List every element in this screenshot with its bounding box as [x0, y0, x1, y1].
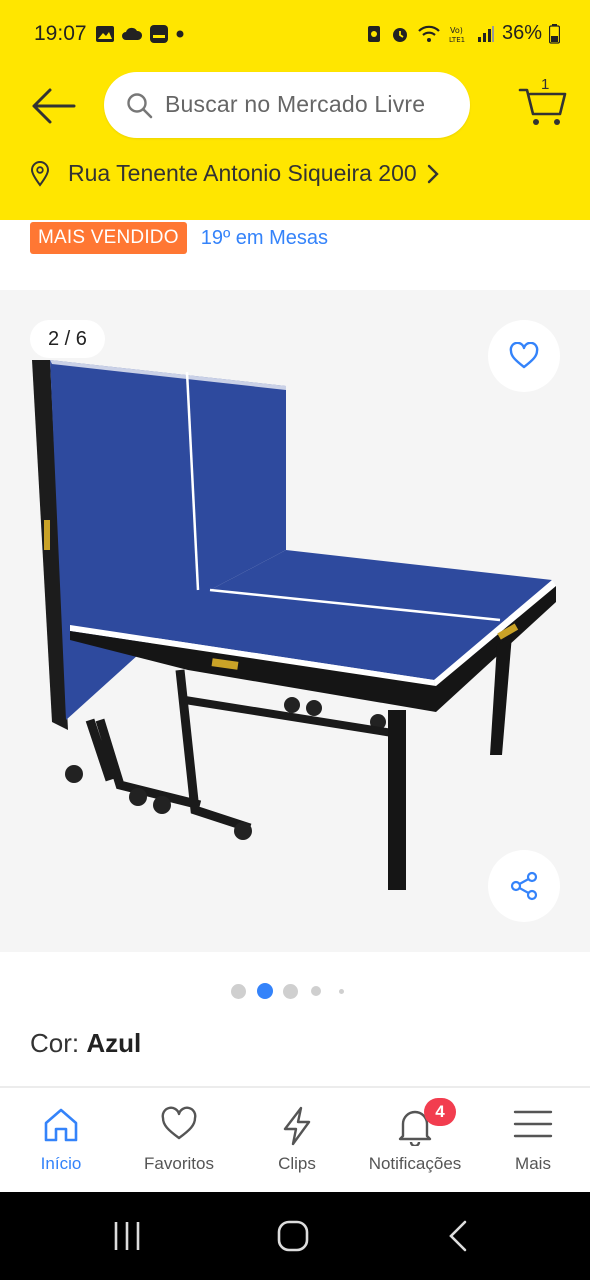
nav-label: Favoritos: [144, 1154, 214, 1173]
back-arrow-icon: [32, 88, 76, 124]
battery-percent: 36%: [501, 22, 542, 44]
gallery-icon: [96, 26, 114, 42]
home-icon: [44, 1108, 78, 1142]
battery-icon: [549, 23, 560, 44]
status-bar: 19:07 Vo) LTE1 36%: [0, 0, 590, 64]
chevron-right-icon: [427, 164, 439, 183]
best-seller-badge: MAIS VENDIDO: [30, 222, 187, 254]
alarm-icon: [392, 27, 407, 42]
gallery-dot[interactable]: [231, 984, 246, 999]
gallery-dot[interactable]: [283, 984, 298, 999]
nav-notificacoes[interactable]: 4 Notificações: [356, 1088, 474, 1192]
product-image: [32, 360, 556, 890]
color-selector[interactable]: Cor: Azul: [30, 1028, 141, 1059]
status-right-icons: Vo) LTE1 36%: [365, 22, 560, 45]
heart-icon: [509, 342, 539, 369]
lightning-icon: [283, 1106, 311, 1146]
hamburger-icon: [513, 1110, 553, 1138]
back-button[interactable]: [30, 86, 76, 126]
nav-mais[interactable]: Mais: [474, 1088, 590, 1192]
favorite-button[interactable]: [488, 320, 560, 392]
nav-clips[interactable]: Clips: [238, 1088, 356, 1192]
badge-row: MAIS VENDIDO 19º em Mesas: [30, 220, 328, 256]
notification-badge: 4: [424, 1098, 456, 1126]
cart-count: 1: [541, 76, 550, 93]
gallery-pagination: [0, 982, 590, 1002]
color-label: Cor:: [30, 1028, 80, 1058]
nav-label: Notificações: [368, 1154, 462, 1173]
share-icon: [510, 871, 538, 901]
home-button-icon[interactable]: [277, 1220, 309, 1252]
svg-text:LTE1: LTE1: [449, 36, 465, 44]
gallery-dot[interactable]: [311, 986, 321, 996]
gallery-dot[interactable]: [339, 989, 344, 994]
product-gallery[interactable]: 2 / 6: [0, 290, 590, 952]
nav-inicio[interactable]: Início: [2, 1088, 120, 1192]
gallery-dot-active[interactable]: [257, 983, 273, 999]
signal-icon: [477, 25, 494, 42]
color-value: Azul: [86, 1028, 142, 1058]
share-button[interactable]: [488, 850, 560, 922]
status-left-icons: [95, 24, 185, 44]
heart-icon: [161, 1106, 197, 1140]
svg-text:Vo): Vo): [450, 26, 463, 35]
category-rank-link[interactable]: 19º em Mesas: [201, 227, 328, 250]
volte-icon: Vo)LTE1: [449, 26, 465, 44]
address-text: Rua Tenente Antonio Siqueira 200: [68, 160, 417, 186]
search-icon: [127, 93, 153, 119]
image-counter: 2 / 6: [30, 320, 105, 358]
recent-apps-icon[interactable]: [112, 1220, 142, 1252]
search-input[interactable]: Buscar no Mercado Livre: [104, 72, 470, 138]
cloud-icon: [122, 27, 143, 40]
nav-label: Mais: [515, 1154, 551, 1173]
status-time: 19:07: [34, 22, 87, 45]
header: Buscar no Mercado Livre 1 Rua Tenente An…: [0, 64, 590, 220]
system-navigation-bar: [0, 1192, 590, 1280]
nav-favoritos[interactable]: Favoritos: [120, 1088, 238, 1192]
address-link[interactable]: Rua Tenente Antonio Siqueira 200: [30, 160, 439, 187]
alarm-vibrate-icon: [367, 25, 380, 42]
search-placeholder: Buscar no Mercado Livre: [165, 91, 426, 117]
app-icon: [150, 25, 168, 43]
nav-label: Clips: [278, 1154, 316, 1173]
location-pin-icon: [30, 160, 50, 187]
bottom-navigation: Início Favoritos Clips 4 Notificações Ma…: [0, 1088, 590, 1192]
wifi-icon: [418, 25, 440, 42]
dot-icon: [176, 30, 184, 38]
nav-label: Início: [40, 1154, 82, 1173]
back-button-icon[interactable]: [448, 1220, 468, 1252]
